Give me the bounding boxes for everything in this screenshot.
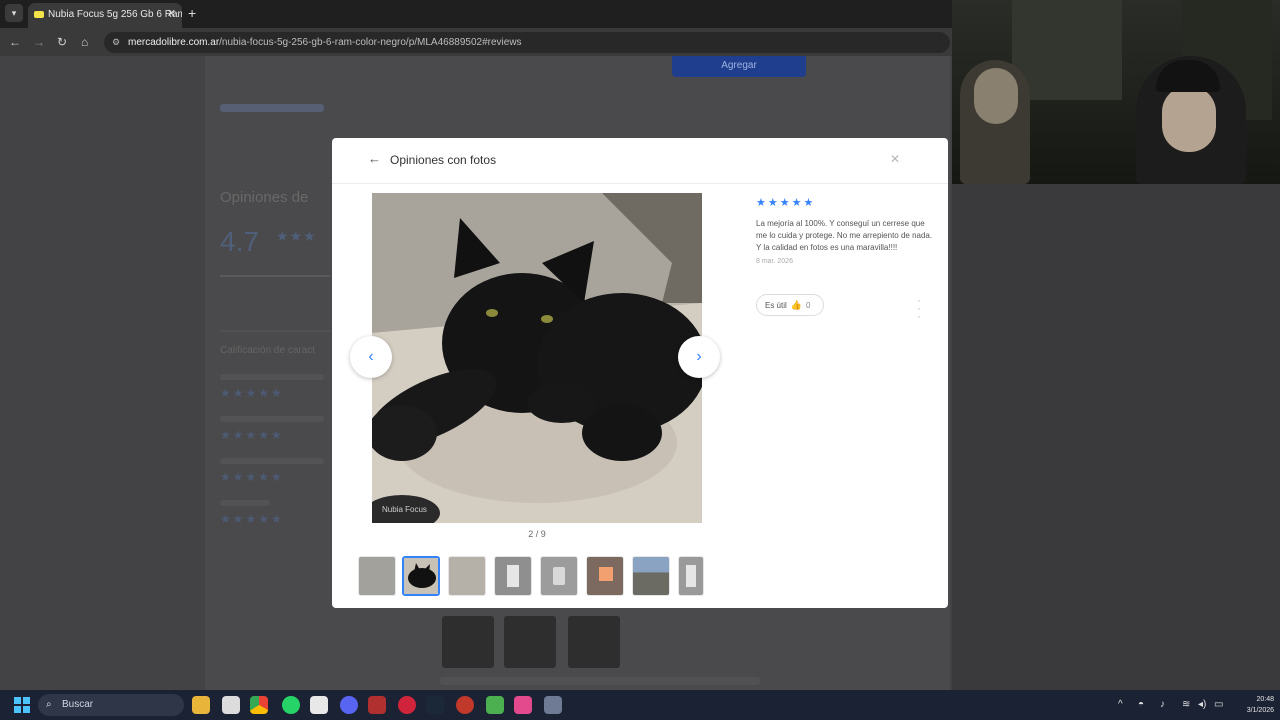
address-bar[interactable]: ⚙ mercadolibre.com.ar/nubia-focus-5g-256… [104, 32, 950, 53]
back-arrow-icon[interactable]: ← [368, 151, 381, 166]
dimmed-characteristics-title: Calificación de caract [220, 345, 316, 356]
site-info-icon[interactable]: ⚙ [112, 32, 120, 53]
microphone-icon[interactable]: ♪ [1160, 698, 1165, 712]
previous-photo-button[interactable]: ‹ [350, 336, 392, 378]
review-text: La mejoría al 100%. Y conseguí un cerres… [756, 219, 933, 252]
steam-icon[interactable] [426, 696, 444, 714]
app-icon[interactable] [456, 696, 474, 714]
whatsapp-icon[interactable] [282, 696, 300, 714]
file-explorer-icon[interactable] [192, 696, 210, 714]
url-domain: mercadolibre.com.ar [128, 37, 220, 48]
close-icon[interactable]: ✕ [890, 152, 900, 166]
dimmed-review-photo [442, 616, 494, 668]
dimmed-category-stars: ★★★★★ [220, 512, 284, 526]
webcam-face [1162, 86, 1216, 152]
photo-thumbnail[interactable] [678, 556, 704, 596]
more-options-icon[interactable]: · · · [916, 294, 922, 322]
browser-tab[interactable]: Nubia Focus 5g 256 Gb 6 Ram ✕ [28, 3, 182, 28]
dimmed-rating-stars: ★★★ [276, 228, 317, 244]
dimmed-rating-bar [220, 330, 330, 332]
dimmed-rating-bar [220, 275, 330, 277]
dimmed-rating: 4.7 [220, 226, 259, 257]
tray-app-icon[interactable]: ◓ [1138, 698, 1144, 712]
photo-thumbnail[interactable] [448, 556, 486, 596]
review-photo[interactable]: Nubia Focus [372, 193, 702, 523]
taskbar-search[interactable]: ⌕ Buscar [38, 694, 184, 716]
useful-count: 0 [806, 301, 811, 310]
volume-icon[interactable]: ◂) [1198, 698, 1206, 712]
photo-counter: 2 / 9 [528, 529, 546, 539]
dimmed-review-text [440, 677, 760, 685]
taskbar-clock[interactable]: 20:48 3/1/2026 [1236, 694, 1274, 716]
photo-watermark: Nubia Focus [382, 505, 427, 514]
clock-time: 20:48 [1256, 696, 1274, 703]
windows-taskbar: ⌕ Buscar ^ ◓ ♪ ≋ ◂) ▭ 20:48 3/1/2026 [0, 690, 1280, 720]
reload-icon[interactable]: ↻ [57, 33, 67, 51]
modal-title: Opiniones con fotos [390, 153, 497, 167]
dimmed-category-label [220, 500, 270, 506]
forward-icon[interactable]: → [33, 33, 45, 51]
settings-icon[interactable] [544, 696, 562, 714]
dimmed-review-photo [568, 616, 620, 668]
app-icon[interactable] [514, 696, 532, 714]
add-button[interactable]: Agregar [672, 56, 806, 77]
app-icon[interactable] [486, 696, 504, 714]
dimmed-link [220, 104, 324, 112]
new-tab-button[interactable]: + [188, 4, 196, 22]
home-icon[interactable]: ⌂ [81, 33, 88, 51]
tab-title: Nubia Focus 5g 256 Gb 6 Ram [48, 9, 182, 20]
review-date: 8 mar. 2026 [756, 258, 793, 265]
browser-toolbar: ← → ↻ ⌂ ⚙ mercadolibre.com.ar/nubia-focu… [0, 28, 952, 56]
webcam-face [974, 68, 1018, 124]
store-icon[interactable] [222, 696, 240, 714]
opera-icon[interactable] [398, 696, 416, 714]
photo-thumbnail[interactable] [358, 556, 396, 596]
dimmed-opinions-title: Opiniones de [220, 189, 309, 206]
black-cat-thumbnail [404, 558, 438, 594]
useful-label: Es útil [765, 301, 787, 310]
photo-thumbnail-selected[interactable] [402, 556, 440, 596]
dimmed-category-label [220, 374, 324, 380]
dimmed-category-stars: ★★★★★ [220, 428, 284, 442]
photo-thumbnail[interactable] [632, 556, 670, 596]
photo-thumbnail[interactable] [540, 556, 578, 596]
review-stars: ★★★★★ [756, 197, 816, 209]
chrome-icon[interactable] [250, 696, 268, 714]
dimmed-category-stars: ★★★★★ [220, 470, 284, 484]
taskbar-search-placeholder: Buscar [62, 699, 94, 710]
windows-start-icon[interactable] [14, 697, 30, 713]
dimmed-category-stars: ★★★★★ [220, 386, 284, 400]
app-icon[interactable] [368, 696, 386, 714]
url-path: /nubia-focus-5g-256-gb-6-ram-color-negro… [219, 37, 522, 48]
search-icon: ⌕ [46, 699, 52, 710]
browser-tab-bar: ▾ Nubia Focus 5g 256 Gb 6 Ram ✕ + [0, 0, 952, 28]
tab-close-icon[interactable]: ✕ [167, 3, 176, 26]
black-cat-photo [372, 193, 702, 523]
battery-icon[interactable]: ▭ [1214, 698, 1223, 712]
discord-icon[interactable] [340, 696, 358, 714]
tab-search-icon[interactable]: ▾ [5, 4, 23, 22]
dimmed-category-label [220, 458, 324, 464]
photo-reviews-modal: ← Opiniones con fotos ✕ Nubia Focus ‹ › … [332, 138, 948, 608]
photo-thumbnail[interactable] [494, 556, 532, 596]
useful-button[interactable]: Es útil 👍 0 [756, 294, 824, 316]
favicon-icon [34, 11, 44, 18]
modal-header: ← Opiniones con fotos ✕ [332, 138, 948, 184]
dimmed-category-label [220, 416, 324, 422]
webcam-overlay [952, 0, 1280, 184]
app-icon[interactable] [310, 696, 328, 714]
review-panel: ★★★★★ La mejoría al 100%. Y conseguí un … [756, 196, 936, 265]
photo-thumbnail[interactable] [586, 556, 624, 596]
tray-chevron-icon[interactable]: ^ [1118, 698, 1123, 712]
wifi-icon[interactable]: ≋ [1182, 698, 1190, 712]
dimmed-review-photo [504, 616, 556, 668]
back-icon[interactable]: ← [9, 33, 21, 51]
thumbs-up-icon: 👍 [790, 300, 803, 310]
next-photo-button[interactable]: › [678, 336, 720, 378]
clock-date: 3/1/2026 [1246, 707, 1274, 714]
